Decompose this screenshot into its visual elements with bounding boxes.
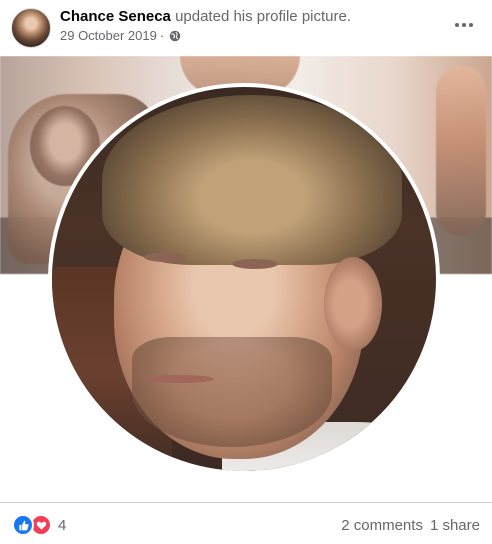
engagement-summary: 2 comments 1 share [341, 517, 480, 534]
profile-picture[interactable] [48, 83, 440, 475]
globe-icon[interactable] [169, 30, 181, 42]
post-footer: 4 2 comments 1 share [0, 502, 492, 544]
meta-separator: · [159, 28, 165, 43]
post-meta: 29 October 2019 · [60, 28, 181, 44]
author-name-link[interactable]: Chance Seneca [60, 8, 171, 25]
post-action-text: updated his profile picture. [175, 8, 352, 25]
post-title-line: Chance Seneca updated his profile pictur… [60, 8, 351, 26]
shares-count-link[interactable]: 1 share [430, 517, 480, 534]
comments-count-link[interactable]: 2 comments [341, 517, 423, 534]
more-options-button[interactable] [448, 12, 480, 38]
post-date-link[interactable]: 29 October 2019 [60, 28, 157, 44]
like-reaction-icon [12, 514, 34, 536]
reaction-count: 4 [58, 516, 67, 534]
post-header: Chance Seneca updated his profile pictur… [0, 0, 492, 56]
reactions-summary[interactable]: 4 [12, 514, 66, 536]
author-avatar[interactable] [11, 8, 51, 48]
more-horizontal-icon [455, 23, 473, 27]
post-media[interactable] [0, 56, 492, 490]
